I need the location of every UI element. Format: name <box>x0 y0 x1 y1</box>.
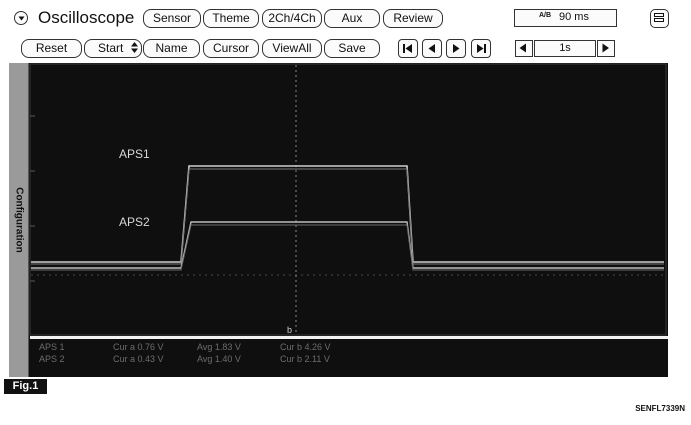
save-button[interactable]: Save <box>324 39 380 58</box>
viewall-button[interactable]: ViewAll <box>262 39 322 58</box>
triangle-right-icon <box>453 44 460 53</box>
name-button[interactable]: Name <box>143 39 200 58</box>
readout-aps2-cur-b: Cur b 2.11 V <box>280 354 330 364</box>
scope-display[interactable]: APS1 APS2 b APS 1 Cur a 0.76 V Avg 1.83 … <box>9 63 668 377</box>
skip-to-end-button[interactable] <box>471 39 491 58</box>
time-scale-decrease-button[interactable] <box>515 40 533 57</box>
skip-start-icon <box>403 44 412 53</box>
readout-aps1-cur-b: Cur b 4.26 V <box>280 342 331 352</box>
chevron-down-icon <box>18 16 24 20</box>
readout-aps2-avg: Avg 1.40 V <box>197 354 241 364</box>
step-back-button[interactable] <box>422 39 442 58</box>
figure-label: Fig.1 <box>4 379 47 394</box>
aps1-trace <box>31 165 664 263</box>
aps2-trace-shadow <box>31 224 664 271</box>
time-scale-display: 1s <box>534 40 596 57</box>
up-down-arrows-icon <box>131 42 138 53</box>
list-icon <box>654 13 664 22</box>
configuration-tab-label: Configuration <box>13 187 24 253</box>
timebase-display[interactable]: A/B 90 ms <box>514 9 617 27</box>
readout-aps1-cur-a: Cur a 0.76 V <box>113 342 164 352</box>
tab-theme[interactable]: Theme <box>203 9 259 28</box>
start-button[interactable]: Start <box>84 39 142 58</box>
waveform-plot <box>29 63 668 339</box>
readout-aps2-cur-a: Cur a 0.43 V <box>113 354 164 364</box>
menu-toggle-button[interactable] <box>14 11 28 25</box>
list-menu-button[interactable] <box>650 9 669 28</box>
readout-aps2-channel: APS 2 <box>39 354 65 364</box>
skip-to-start-button[interactable] <box>398 39 418 58</box>
triangle-right-icon <box>602 43 609 53</box>
skip-end-icon <box>477 44 486 53</box>
readout-aps1-avg: Avg 1.83 V <box>197 342 241 352</box>
time-scale-increase-button[interactable] <box>597 40 615 57</box>
aps1-trace-label: APS1 <box>119 147 150 161</box>
tab-review[interactable]: Review <box>383 9 443 28</box>
triangle-left-icon <box>428 44 435 53</box>
cursor-button[interactable]: Cursor <box>203 39 259 58</box>
start-label: Start <box>98 41 124 55</box>
app-title: Oscilloscope <box>38 8 135 27</box>
figure-code: SENFL7339N <box>635 404 685 413</box>
aps2-trace-label: APS2 <box>119 215 150 229</box>
triangle-left-icon <box>519 43 526 53</box>
tab-sensor[interactable]: Sensor <box>143 9 201 28</box>
timebase-ab-icon: A/B <box>539 12 552 19</box>
left-axis-ticks <box>30 115 35 282</box>
plot-frame <box>29 63 667 336</box>
tab-2ch-4ch[interactable]: 2Ch/4Ch <box>262 9 322 28</box>
reset-button[interactable]: Reset <box>21 39 82 58</box>
configuration-tab[interactable]: Configuration <box>9 63 29 377</box>
play-button[interactable] <box>446 39 466 58</box>
timebase-value: 90 ms <box>559 11 589 23</box>
cursor-b-marker[interactable]: b <box>287 325 292 335</box>
readout-separator <box>30 336 668 339</box>
tab-aux[interactable]: Aux <box>324 9 380 28</box>
readout-aps1-channel: APS 1 <box>39 342 65 352</box>
